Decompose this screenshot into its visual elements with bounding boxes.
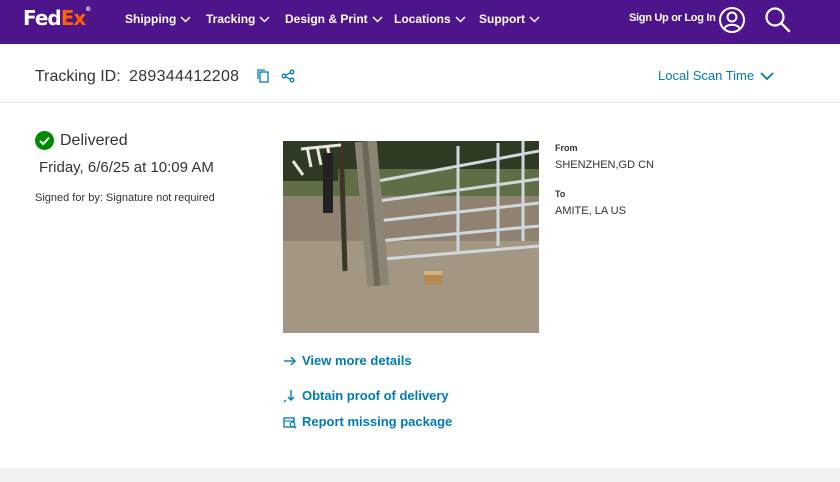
view-more-details-link[interactable]: View more details [283,353,412,368]
top-navigation: FedEx® Shipping Tracking Design & Print … [0,0,840,44]
scan-time-label: Local Scan Time [658,68,755,83]
check-circle-icon [35,131,54,150]
download-icon [283,389,295,402]
chevron-down-icon [180,15,191,23]
signed-for: Signed for by: Signature not required [35,192,215,204]
fedex-logo[interactable]: FedEx® [23,6,91,30]
delivery-photo-image [283,141,539,333]
logo-trademark: ® [85,6,92,13]
nav-shipping[interactable]: Shipping [125,12,191,26]
copy-icon[interactable] [257,69,269,83]
nav-tracking-label: Tracking [206,12,256,26]
arrow-right-icon [284,356,296,365]
delivery-photo [283,141,539,333]
nav-locations[interactable]: Locations [394,12,466,26]
share-icon[interactable] [281,69,295,83]
nav-support-label: Support [479,12,525,26]
tracking-id-label: Tracking ID: [35,68,121,85]
to-value: AMITE, LA US [555,205,626,217]
delivery-date: Friday, 6/6/25 at 10:09 AM [39,159,214,176]
nav-support[interactable]: Support [479,12,540,26]
obtain-proof-link[interactable]: Obtain proof of delivery [283,388,449,403]
tracking-header: Tracking ID: 289344412208 Local Scan Tim… [0,44,840,103]
report-missing-link[interactable]: Report missing package [283,414,452,429]
logo-fed-text: Fed [23,6,62,30]
report-missing-label: Report missing package [302,414,453,429]
package-search-icon [283,416,297,428]
tracking-result-panel: Tracking ID: 289344412208 Local Scan Tim… [0,44,840,468]
user-icon[interactable] [718,6,746,34]
chevron-down-icon [455,15,466,23]
page-footer-strip [0,468,840,482]
sign-in-link[interactable]: Sign Up or Log In [629,12,716,24]
from-label: From [555,143,578,153]
local-scan-time-toggle[interactable]: Local Scan Time [658,68,774,83]
tracking-id-value: 289344412208 [129,68,240,85]
obtain-proof-label: Obtain proof of delivery [302,388,449,403]
search-icon[interactable] [764,6,792,34]
chevron-down-icon [372,15,383,23]
status-text: Delivered [60,131,128,149]
nav-design-print[interactable]: Design & Print [285,12,383,26]
nav-design-print-label: Design & Print [285,12,368,26]
delivery-status: Delivered [35,131,128,150]
view-more-details-label: View more details [302,353,412,368]
from-value: SHENZHEN,GD CN [555,159,655,171]
to-label: To [555,189,566,199]
nav-tracking[interactable]: Tracking [206,12,270,26]
nav-shipping-label: Shipping [125,12,177,26]
chevron-down-icon [529,15,540,23]
nav-locations-label: Locations [394,12,451,26]
chevron-down-icon [259,15,270,23]
logo-ex-text: Ex [60,6,87,30]
chevron-down-icon [760,71,774,80]
